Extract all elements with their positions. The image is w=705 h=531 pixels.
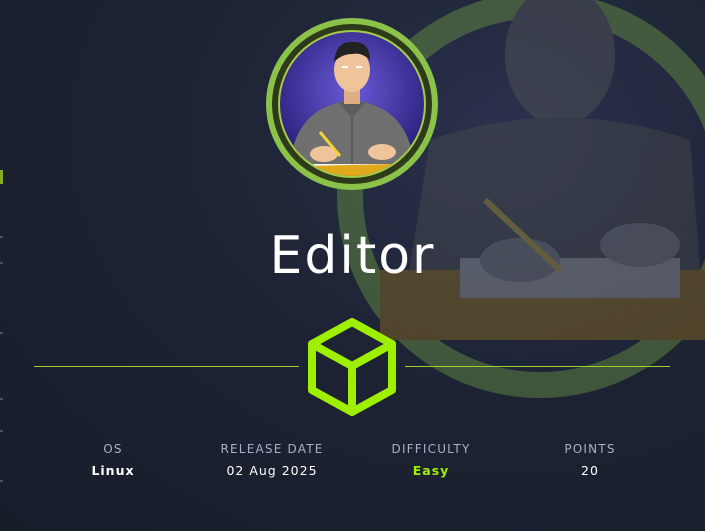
cube-icon [308, 318, 396, 416]
os-label: OS [103, 442, 123, 456]
stat-release-date: RELEASE DATE 02 Aug 2025 [187, 442, 357, 478]
divider-line-left [34, 366, 299, 367]
points-label: POINTS [564, 442, 616, 456]
stat-os: OS Linux [28, 442, 198, 478]
difficulty-value: Easy [412, 463, 450, 478]
machine-title: Editor [269, 226, 436, 286]
divider-line-right [405, 366, 670, 367]
machine-avatar [266, 18, 438, 190]
stat-points: POINTS 20 [505, 442, 675, 478]
release-date-value: 02 Aug 2025 [226, 463, 318, 478]
points-value: 20 [581, 463, 599, 478]
release-date-label: RELEASE DATE [220, 442, 324, 456]
stat-difficulty: DIFFICULTY Easy [346, 442, 516, 478]
os-value: Linux [91, 463, 135, 478]
difficulty-label: DIFFICULTY [391, 442, 471, 456]
machine-card: Editor OS Linux RELEASE DATE 02 Aug 2025… [0, 0, 705, 531]
